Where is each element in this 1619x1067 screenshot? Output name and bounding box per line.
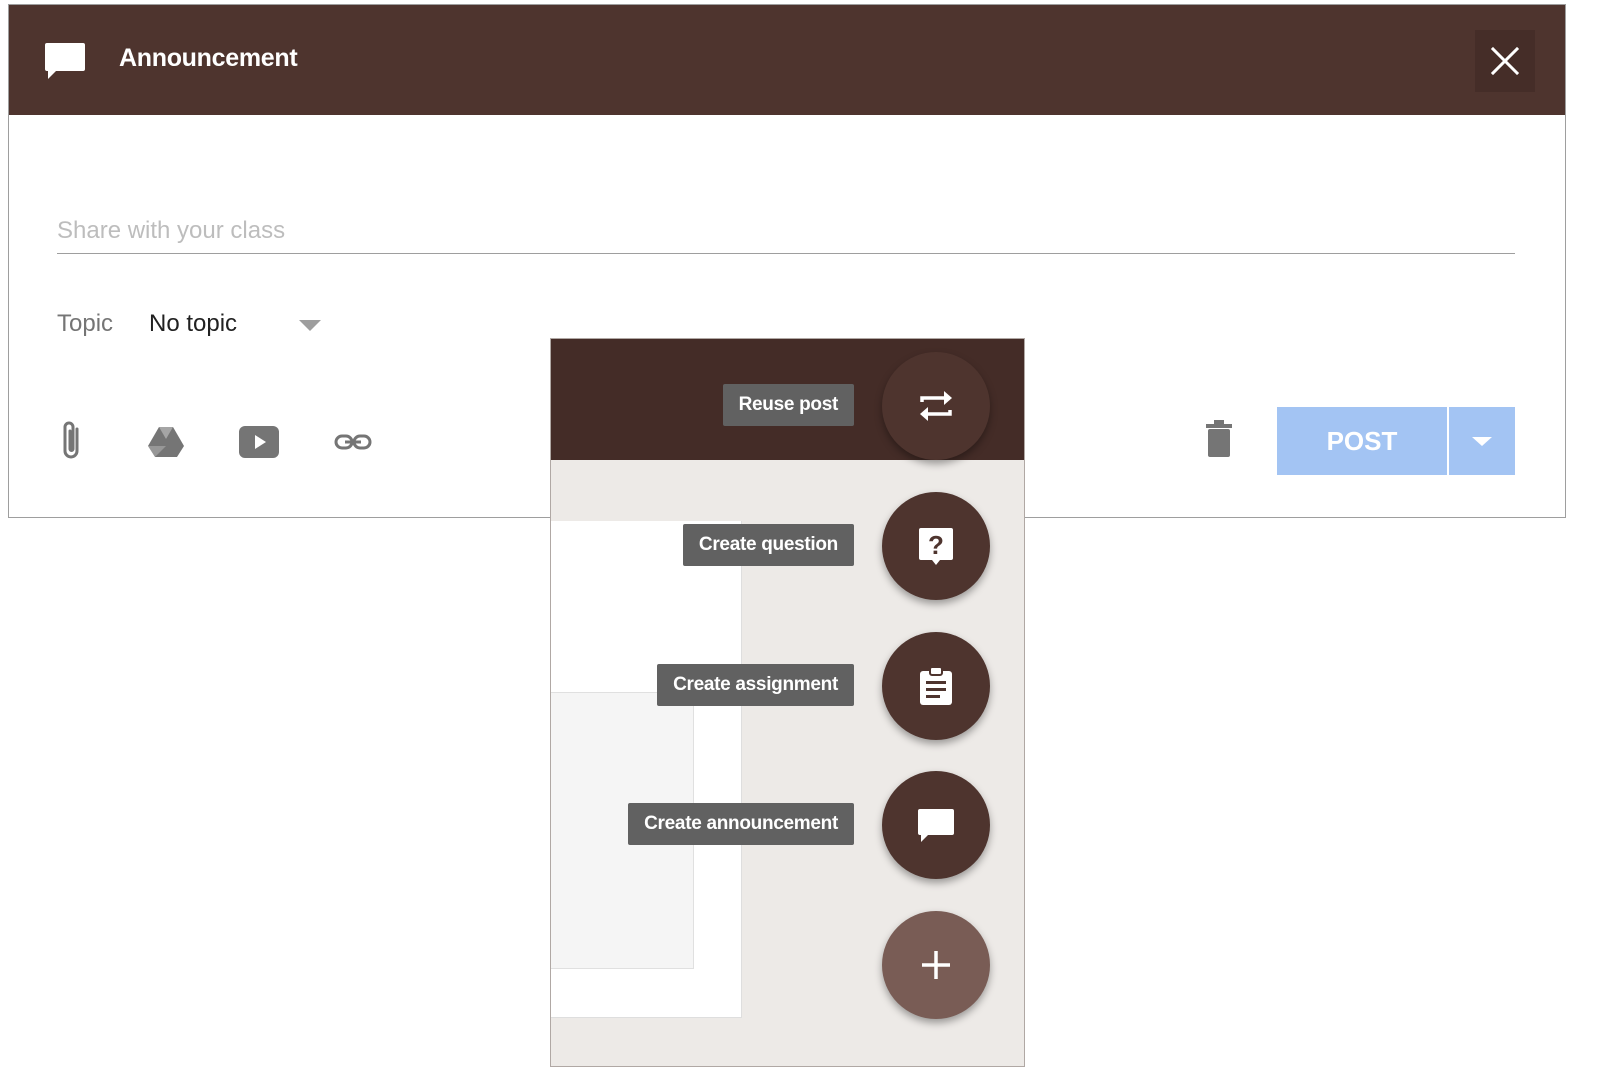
youtube-icon[interactable] (239, 426, 279, 463)
question-icon: ? (919, 528, 953, 565)
trash-icon[interactable] (1204, 420, 1234, 463)
close-button[interactable] (1475, 30, 1535, 92)
create-announcement-tooltip: Create announcement (628, 803, 854, 845)
close-icon (1491, 47, 1519, 75)
dropdown-icon (1472, 437, 1492, 446)
share-input[interactable] (57, 209, 1515, 254)
topic-select[interactable]: No topic (149, 310, 237, 338)
reuse-post-button[interactable] (882, 352, 990, 460)
create-announcement-button[interactable] (882, 771, 990, 879)
attachment-icon[interactable] (57, 419, 87, 468)
post-options-button[interactable] (1449, 407, 1515, 475)
link-icon[interactable] (334, 433, 372, 456)
dialog-header: Announcement (9, 5, 1565, 115)
stream-card-placeholder (551, 830, 694, 969)
assignment-icon (920, 666, 952, 705)
announcement-icon (918, 809, 954, 842)
reuse-icon (920, 391, 952, 421)
fab-menu-panel: Reuse post Create question ? Create assi… (550, 338, 1025, 1067)
create-assignment-button[interactable] (882, 632, 990, 740)
chevron-down-icon[interactable] (299, 320, 321, 331)
create-question-button[interactable]: ? (882, 492, 990, 600)
google-drive-icon[interactable] (147, 425, 185, 464)
create-assignment-tooltip: Create assignment (657, 664, 854, 706)
topic-label: Topic (57, 310, 114, 337)
plus-icon (922, 951, 950, 979)
dialog-title: Announcement (119, 44, 298, 72)
post-button[interactable]: POST (1277, 407, 1447, 475)
add-button[interactable] (882, 911, 990, 1019)
create-question-tooltip: Create question (682, 524, 854, 566)
announcement-icon (44, 41, 86, 81)
svg-text:?: ? (928, 530, 944, 560)
reuse-post-tooltip: Reuse post (722, 384, 854, 426)
